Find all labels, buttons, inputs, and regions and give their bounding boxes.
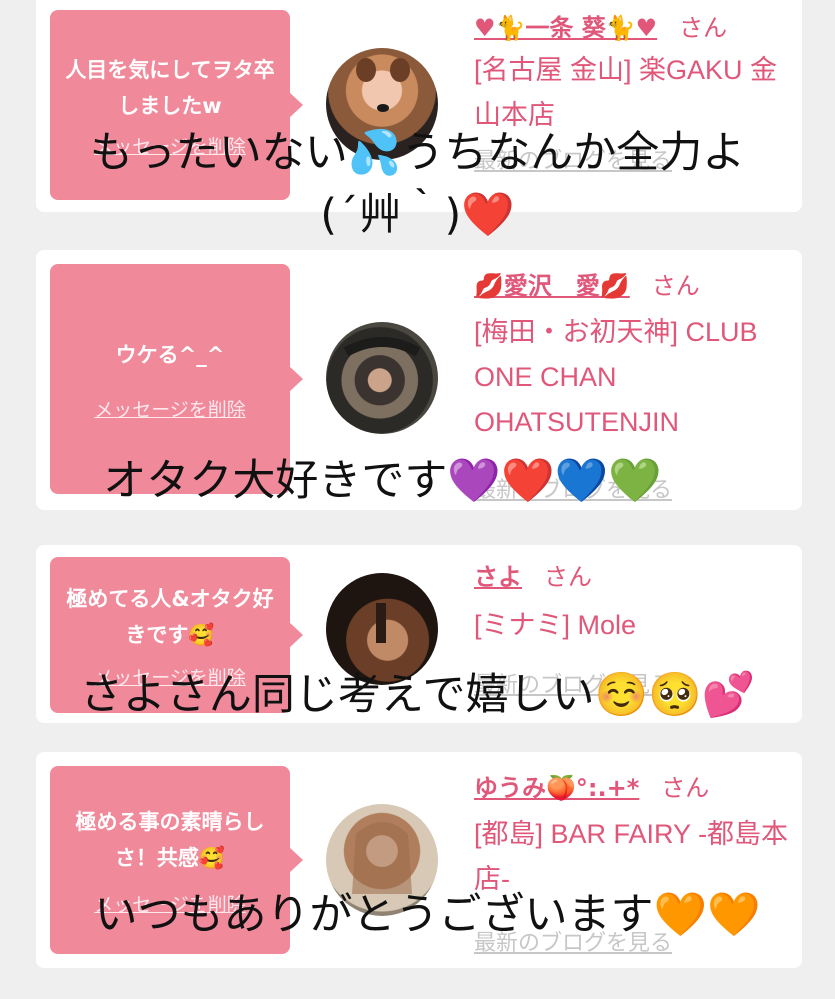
cast-name-link[interactable]: 💋愛沢 愛💋 xyxy=(474,272,630,300)
shop-name: [都島] BAR FAIRY -都島本店- xyxy=(474,819,789,894)
cast-info: さよ さん [ミナミ] Mole 最新のブログを見る xyxy=(474,557,794,704)
shop-name: [梅田・お初天神] CLUB ONE CHAN OHATSUTENJIN xyxy=(474,317,758,437)
latest-blog-link[interactable]: 最新のブログを見る xyxy=(474,668,794,704)
delete-message-link[interactable]: メッセージを削除 xyxy=(94,395,246,422)
message-card: ウケる^_^ メッセージを削除 💋愛沢 愛💋 さん [梅田・お初天神] CLUB … xyxy=(36,250,802,510)
cast-name-link[interactable]: ♥🐈一条 葵🐈♥ xyxy=(474,14,657,42)
dog-filter-icon xyxy=(356,58,410,112)
delete-message-link[interactable]: メッセージを削除 xyxy=(94,132,246,159)
latest-blog-link[interactable]: 最新のブログを見る xyxy=(474,144,794,180)
honorific: さん xyxy=(679,14,728,42)
cast-info: ♥🐈一条 葵🐈♥ さん [名古屋 金山] 楽GAKU 金山本店 最新のブログを見る xyxy=(474,8,794,180)
message-bubble: 極める事の素晴らしさ！共感🥰 メッセージを削除 xyxy=(50,766,303,954)
cast-name-link[interactable]: ゆうみ🍑°:.+* xyxy=(474,774,639,802)
photo-icon xyxy=(352,822,412,894)
photo-icon xyxy=(343,337,421,357)
honorific: さん xyxy=(661,774,710,802)
honorific: さん xyxy=(544,563,592,591)
cast-name-row: ゆうみ🍑°:.+* さん xyxy=(474,768,794,808)
photo-icon xyxy=(376,603,386,643)
cast-name-row: さよ さん xyxy=(474,557,794,597)
message-text: ウケる^_^ xyxy=(115,342,225,367)
message-text: 極める事の素晴らしさ！共感🥰 xyxy=(75,809,265,870)
avatar[interactable] xyxy=(326,573,438,685)
message-bubble: 極めてる人&オタク好きです🥰 メッセージを削除 xyxy=(50,557,303,713)
cast-name-row: 💋愛沢 愛💋 さん xyxy=(474,266,794,306)
delete-message-link[interactable]: メッセージを削除 xyxy=(94,663,246,690)
message-text: 極めてる人&オタク好きです🥰 xyxy=(66,586,274,647)
delete-message-link[interactable]: メッセージを削除 xyxy=(94,890,246,917)
latest-blog-link[interactable]: 最新のブログを見る xyxy=(474,473,794,509)
shop-name: [名古屋 金山] 楽GAKU 金山本店 xyxy=(474,55,778,130)
message-bubble: 人目を気にしてヲタ卒しましたw メッセージを削除 xyxy=(50,10,303,200)
avatar[interactable] xyxy=(326,322,438,434)
cast-info: ゆうみ🍑°:.+* さん [都島] BAR FAIRY -都島本店- 最新のブログ… xyxy=(474,768,794,962)
avatar[interactable] xyxy=(326,804,438,916)
message-bubble: ウケる^_^ メッセージを削除 xyxy=(50,264,303,494)
cast-info: 💋愛沢 愛💋 さん [梅田・お初天神] CLUB ONE CHAN OHATSUT… xyxy=(474,266,794,509)
message-card: 極めてる人&オタク好きです🥰 メッセージを削除 さよ さん [ミナミ] Mole … xyxy=(36,545,802,723)
avatar[interactable] xyxy=(326,48,438,160)
message-card: 人目を気にしてヲタ卒しましたw メッセージを削除 ♥🐈一条 葵🐈♥ さん [名古屋… xyxy=(36,0,802,212)
honorific: さん xyxy=(651,272,700,300)
cast-name-link[interactable]: さよ xyxy=(474,563,522,591)
cast-name-row: ♥🐈一条 葵🐈♥ さん xyxy=(474,8,794,48)
shop-name: [ミナミ] Mole xyxy=(474,610,637,640)
message-text: 人目を気にしてヲタ卒しましたw xyxy=(65,57,275,118)
latest-blog-link[interactable]: 最新のブログを見る xyxy=(474,926,794,962)
message-card: 極める事の素晴らしさ！共感🥰 メッセージを削除 ゆうみ🍑°:.+* さん [都島]… xyxy=(36,752,802,968)
